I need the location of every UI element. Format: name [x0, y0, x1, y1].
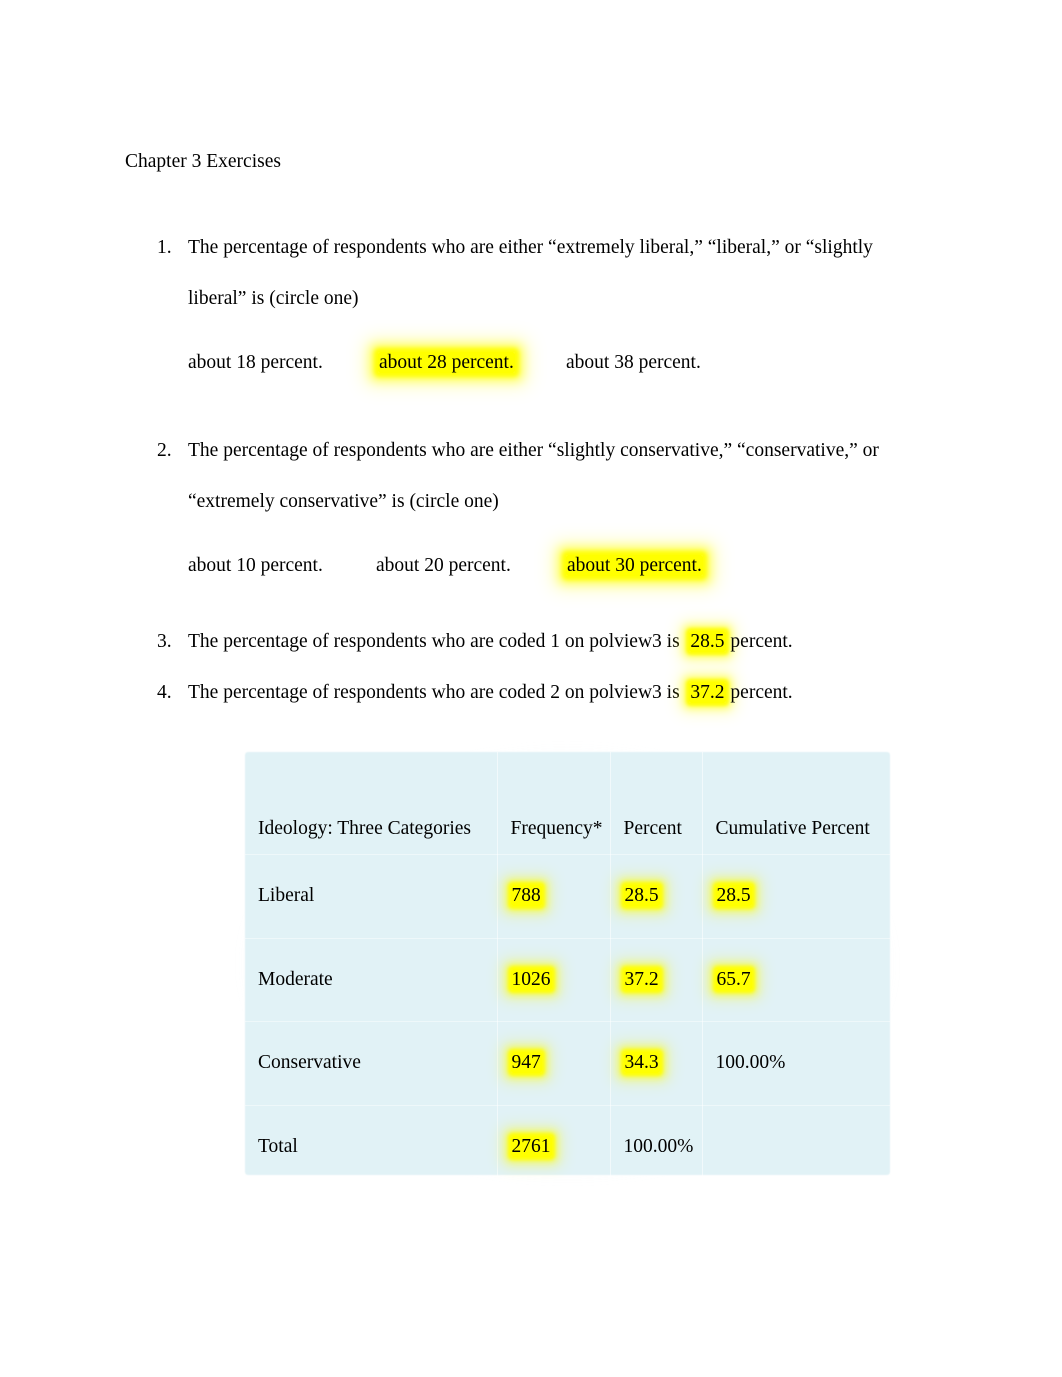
answer-option-label: about 18 percent.: [188, 352, 323, 373]
page-title: Chapter 3 Exercises: [125, 151, 281, 172]
column-header-category: Ideology: Three Categories: [245, 752, 498, 855]
answer-value-3: 28.5: [689, 631, 726, 652]
table-row: Total 2761 100.00%: [245, 1105, 890, 1189]
row-percent: 28.5: [610, 854, 703, 939]
cell-value: 100.00%: [715, 1052, 786, 1074]
cell-value: 65.7: [715, 968, 752, 990]
row-percent: 34.3: [610, 1021, 703, 1106]
cell-value: 28.5: [623, 885, 660, 907]
row-frequency: 2761: [497, 1105, 611, 1189]
question-text-1: The percentage of respondents who are ei…: [188, 222, 933, 324]
table-row: Conservative 947 34.3 100.00%: [245, 1021, 890, 1106]
cell-value: 1026: [510, 968, 552, 990]
list-number: 3.: [157, 631, 172, 652]
row-label: Moderate: [245, 938, 498, 1022]
row-cumulative: 28.5: [702, 854, 890, 939]
list-number: 2.: [157, 440, 172, 461]
cell-value: 947: [510, 1052, 542, 1074]
cell-value: 788: [510, 885, 542, 907]
document-page: Chapter 3 Exercises 1. The percentage of…: [0, 0, 1062, 1377]
answer-option-label: about 20 percent.: [376, 555, 511, 576]
question-line: The percentage of respondents who are ei…: [188, 237, 873, 258]
frequency-table: Ideology: Three Categories Frequency* Pe…: [245, 752, 890, 1189]
answer-option-label: about 38 percent.: [566, 352, 701, 373]
row-frequency: 788: [497, 854, 611, 939]
row-percent: 37.2: [610, 938, 703, 1022]
row-percent: 100.00%: [610, 1105, 703, 1189]
question-text-4: The percentage of respondents who are co…: [188, 678, 933, 708]
question-suffix: percent.: [730, 682, 793, 703]
cell-value: 28.5: [715, 885, 752, 907]
cell-value: 37.2: [623, 968, 660, 990]
answer-option[interactable]: about 18 percent.: [188, 348, 378, 378]
question-text-2: The percentage of respondents who are ei…: [188, 425, 933, 527]
question-text-3: The percentage of respondents who are co…: [188, 627, 933, 657]
question-line: The percentage of respondents who are ei…: [188, 440, 879, 461]
table-header-row: Ideology: Three Categories Frequency* Pe…: [245, 752, 890, 855]
answer-options-1: about 18 percent. about 28 percent. about …: [188, 348, 701, 378]
answer-option-label: about 10 percent.: [188, 555, 323, 576]
table-row: Liberal 788 28.5 28.5: [245, 854, 890, 939]
row-frequency: 1026: [497, 938, 611, 1022]
row-cumulative: [702, 1105, 890, 1189]
question-prefix: The percentage of respondents who are co…: [188, 682, 680, 703]
question-suffix: percent.: [730, 631, 793, 652]
row-label: Liberal: [245, 854, 498, 939]
question-line: “extremely conservative” is (circle one): [188, 491, 499, 512]
column-header-frequency: Frequency*: [497, 752, 611, 855]
answer-option-label: about 28 percent.: [378, 352, 515, 373]
answer-option[interactable]: about 10 percent.: [188, 551, 376, 581]
answer-option[interactable]: about 38 percent.: [566, 348, 701, 378]
list-number: 4.: [157, 682, 172, 703]
row-label: Conservative: [245, 1021, 498, 1106]
question-line: liberal” is (circle one): [188, 288, 359, 309]
row-frequency: 947: [497, 1021, 611, 1106]
table-row: Moderate 1026 37.2 65.7: [245, 938, 890, 1022]
row-label: Total: [245, 1105, 498, 1189]
answer-option-selected[interactable]: about 28 percent.: [378, 348, 566, 378]
cell-value: 100.00%: [623, 1136, 694, 1157]
column-header-cumulative-percent: Cumulative Percent: [702, 752, 890, 855]
cell-value: 34.3: [623, 1052, 660, 1074]
column-header-percent: Percent: [610, 752, 703, 855]
question-prefix: The percentage of respondents who are co…: [188, 631, 680, 652]
cell-value: 2761: [510, 1136, 552, 1157]
answer-option[interactable]: about 20 percent.: [376, 551, 566, 581]
answer-option-label: about 30 percent.: [566, 555, 703, 576]
row-cumulative: 65.7: [702, 938, 890, 1022]
answer-option-selected[interactable]: about 30 percent.: [566, 551, 703, 581]
answer-value-4: 37.2: [689, 682, 726, 703]
list-number: 1.: [157, 237, 172, 258]
answer-options-2: about 10 percent. about 20 percent. about …: [188, 551, 703, 581]
row-cumulative: 100.00%: [702, 1021, 890, 1106]
